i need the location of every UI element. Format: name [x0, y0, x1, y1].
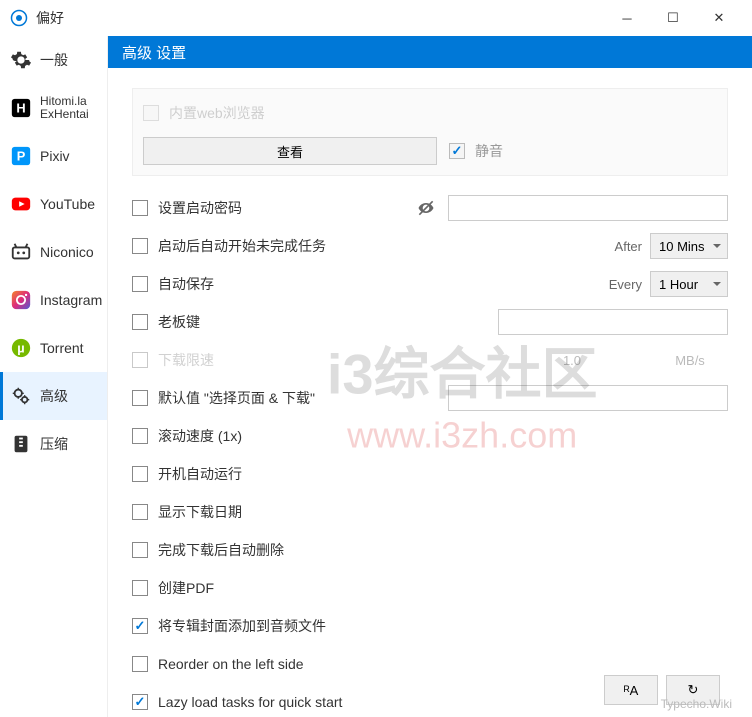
sidebar-item-hitomi[interactable]: H Hitomi.la ExHentai	[0, 84, 107, 132]
show-date-label: 显示下载日期	[158, 502, 242, 522]
settings-scroll[interactable]: i3综合社区 www.i3zh.com 内置web浏览器 查看 静音	[108, 68, 752, 717]
svg-text:P: P	[17, 149, 26, 164]
gear-icon	[10, 49, 32, 71]
content-area: 高级 设置 i3综合社区 www.i3zh.com 内置web浏览器 查看 静音	[108, 36, 752, 717]
sidebar-item-compress[interactable]: 压缩	[0, 420, 107, 468]
maximize-button[interactable]: ☐	[650, 0, 696, 36]
youtube-icon	[10, 193, 32, 215]
auto-delete-label: 完成下载后自动删除	[158, 540, 284, 560]
download-limit-checkbox[interactable]	[132, 352, 148, 368]
minimize-button[interactable]: ─	[604, 0, 650, 36]
boss-key-input[interactable]	[498, 309, 728, 335]
after-label: After	[615, 239, 642, 254]
scroll-speed-checkbox[interactable]	[132, 428, 148, 444]
sidebar-item-label: YouTube	[40, 196, 95, 212]
default-select-input[interactable]	[448, 385, 728, 411]
sidebar: 一般 H Hitomi.la ExHentai P Pixiv YouTube …	[0, 36, 108, 717]
sidebar-item-label: 压缩	[40, 434, 68, 454]
sidebar-item-youtube[interactable]: YouTube	[0, 180, 107, 228]
header-title: 高级 设置	[122, 42, 186, 63]
builtin-browser-checkbox	[143, 105, 159, 121]
reorder-left-label: Reorder on the left side	[158, 656, 304, 672]
after-select[interactable]: 10 Mins	[650, 233, 728, 259]
sidebar-item-pixiv[interactable]: P Pixiv	[0, 132, 107, 180]
svg-text:H: H	[16, 101, 25, 116]
scroll-speed-label: 滚动速度 (1x)	[158, 426, 242, 446]
font-button[interactable]: ᴿA	[604, 675, 658, 705]
sidebar-item-label: Torrent	[40, 340, 84, 356]
auto-delete-checkbox[interactable]	[132, 542, 148, 558]
auto-resume-checkbox[interactable]	[132, 238, 148, 254]
sidebar-item-torrent[interactable]: µ Torrent	[0, 324, 107, 372]
auto-save-label: 自动保存	[158, 274, 214, 294]
boss-key-checkbox[interactable]	[132, 314, 148, 330]
titlebar: 偏好 ─ ☐ ✕	[0, 0, 752, 36]
sidebar-item-label: Pixiv	[40, 148, 70, 164]
view-button[interactable]: 查看	[143, 137, 437, 165]
every-select[interactable]: 1 Hour	[650, 271, 728, 297]
download-limit-label: 下载限速	[158, 350, 214, 370]
sidebar-item-label: Niconico	[40, 244, 94, 260]
instagram-icon	[10, 289, 32, 311]
lazy-load-label: Lazy load tasks for quick start	[158, 694, 342, 710]
builtin-browser-label: 内置web浏览器	[169, 103, 265, 123]
sidebar-item-label: 高级	[40, 386, 68, 406]
album-cover-label: 将专辑封面添加到音频文件	[158, 616, 326, 636]
svg-text:µ: µ	[17, 341, 24, 356]
startup-password-checkbox[interactable]	[132, 200, 148, 216]
app-icon	[10, 9, 28, 27]
startup-password-input[interactable]	[448, 195, 728, 221]
lazy-load-checkbox[interactable]	[132, 694, 148, 710]
mute-label: 静音	[475, 141, 503, 161]
limit-unit: MB/s	[660, 353, 720, 368]
startup-password-label: 设置启动密码	[158, 198, 242, 218]
window-title: 偏好	[36, 8, 604, 28]
auto-run-label: 开机自动运行	[158, 464, 242, 484]
album-cover-checkbox[interactable]	[132, 618, 148, 634]
auto-run-checkbox[interactable]	[132, 466, 148, 482]
create-pdf-label: 创建PDF	[158, 578, 214, 598]
close-button[interactable]: ✕	[696, 0, 742, 36]
main-container: 一般 H Hitomi.la ExHentai P Pixiv YouTube …	[0, 36, 752, 717]
sidebar-item-instagram[interactable]: Instagram	[0, 276, 107, 324]
default-select-label: 默认值 "选择页面 & 下载"	[158, 388, 315, 408]
reorder-left-checkbox[interactable]	[132, 656, 148, 672]
sidebar-item-niconico[interactable]: Niconico	[0, 228, 107, 276]
auto-resume-label: 启动后自动开始未完成任务	[158, 236, 326, 256]
every-label: Every	[609, 277, 642, 292]
pixiv-icon: P	[10, 145, 32, 167]
boss-key-label: 老板键	[158, 312, 200, 332]
hitomi-icon: H	[10, 97, 32, 119]
torrent-icon: µ	[10, 337, 32, 359]
limit-value: 1.0	[492, 353, 652, 368]
builtin-browser-section: 内置web浏览器 查看 静音	[132, 88, 728, 176]
sidebar-item-general[interactable]: 一般	[0, 36, 107, 84]
eye-off-icon[interactable]	[416, 198, 436, 218]
sidebar-item-label: Instagram	[40, 292, 102, 308]
content-header: 高级 设置	[108, 36, 752, 68]
create-pdf-checkbox[interactable]	[132, 580, 148, 596]
niconico-icon	[10, 241, 32, 263]
sidebar-item-label: Hitomi.la ExHentai	[40, 95, 89, 121]
auto-save-checkbox[interactable]	[132, 276, 148, 292]
zip-icon	[10, 433, 32, 455]
mute-checkbox	[449, 143, 465, 159]
sidebar-item-advanced[interactable]: 高级	[0, 372, 107, 420]
gears-icon	[10, 385, 32, 407]
show-date-checkbox[interactable]	[132, 504, 148, 520]
default-select-checkbox[interactable]	[132, 390, 148, 406]
sidebar-item-label: 一般	[40, 50, 68, 70]
watermark-corner: Typecho.Wiki	[661, 697, 732, 711]
